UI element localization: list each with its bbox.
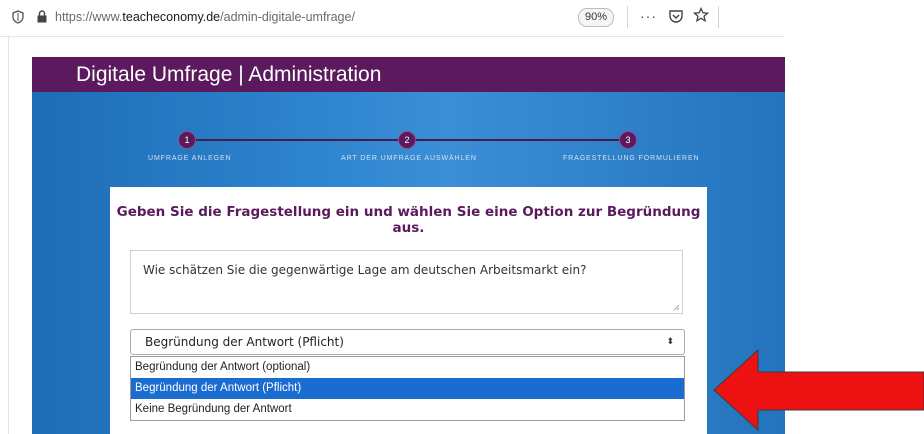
page-header: Digitale Umfrage | Administration: [32, 57, 785, 92]
justification-select[interactable]: Begründung der Antwort (Pflicht) ⬍: [130, 329, 685, 355]
question-textarea[interactable]: Wie schätzen Sie die gegenwärtige Lage a…: [130, 250, 683, 314]
shield-icon[interactable]: [12, 10, 24, 24]
step-connector: [187, 139, 406, 141]
step-1-label: UMFRAGE ANLEGEN: [148, 155, 232, 162]
url-prefix: https://www.: [55, 10, 123, 24]
select-value: Begründung der Antwort (Pflicht): [145, 335, 344, 349]
page-title: Digitale Umfrage | Administration: [76, 63, 382, 86]
form-heading: Geben Sie die Fragestellung ein und wähl…: [116, 204, 701, 236]
lock-icon[interactable]: [37, 10, 47, 23]
select-dropdown-list: Begründung der Antwort (optional) Begrün…: [130, 356, 685, 421]
step-connector: [414, 139, 627, 141]
question-text: Wie schätzen Sie die gegenwärtige Lage a…: [143, 263, 587, 277]
page-actions-menu-button[interactable]: ···: [640, 8, 657, 24]
bookmark-star-icon[interactable]: [693, 7, 709, 23]
toolbar-divider: [627, 6, 628, 28]
step-3-indicator[interactable]: 3: [619, 131, 637, 149]
option-required[interactable]: Begründung der Antwort (Pflicht): [131, 378, 684, 399]
toolbar-divider: [718, 6, 719, 28]
url-path: /admin-digitale-umfrage/: [220, 10, 355, 24]
form-card: Geben Sie die Fragestellung ein und wähl…: [110, 187, 707, 434]
option-optional[interactable]: Begründung der Antwort (optional): [131, 357, 684, 378]
step-2-indicator[interactable]: 2: [398, 131, 416, 149]
red-arrow-icon: [713, 348, 924, 432]
step-1-indicator[interactable]: 1: [178, 131, 196, 149]
step-3-label: FRAGESTELLUNG FORMULIEREN: [563, 155, 700, 162]
option-none[interactable]: Keine Begründung der Antwort: [131, 399, 684, 420]
window-border: [8, 36, 9, 434]
pocket-icon[interactable]: [668, 8, 684, 24]
zoom-level-button[interactable]: 90%: [578, 8, 614, 27]
resize-grip-icon[interactable]: [673, 304, 680, 311]
step-2-label: ART DER UMFRAGE AUSWÄHLEN: [341, 155, 477, 162]
select-arrows-icon: ⬍: [666, 337, 674, 347]
browser-address-bar: https://www.teacheconomy.de/admin-digita…: [0, 0, 785, 37]
url-host: teacheconomy.de: [122, 10, 221, 24]
url-field[interactable]: https://www.teacheconomy.de/admin-digita…: [55, 10, 355, 24]
